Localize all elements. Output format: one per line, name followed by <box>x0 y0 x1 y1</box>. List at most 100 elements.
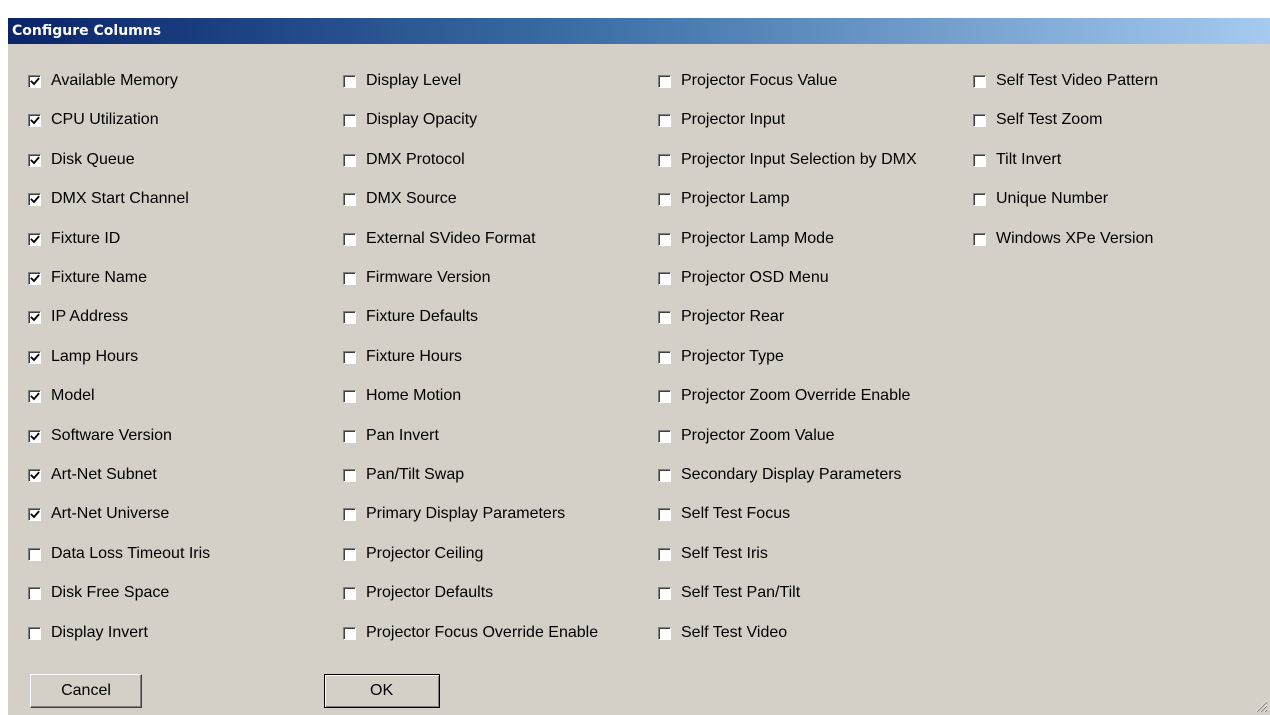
checkbox-box[interactable] <box>343 153 356 167</box>
checkbox-box[interactable] <box>28 350 41 364</box>
checkbox-box[interactable] <box>28 507 41 521</box>
checkbox-self-test-focus[interactable]: Self Test Focus <box>658 504 790 524</box>
checkbox-box[interactable] <box>343 429 356 443</box>
checkbox-display-invert[interactable]: Display Invert <box>28 623 148 643</box>
checkbox-box[interactable] <box>28 586 41 600</box>
checkbox-box[interactable] <box>343 586 356 600</box>
checkbox-self-test-zoom[interactable]: Self Test Zoom <box>973 110 1102 130</box>
checkbox-box[interactable] <box>28 468 41 482</box>
checkbox-box[interactable] <box>658 389 671 403</box>
checkbox-box[interactable] <box>658 468 671 482</box>
checkbox-box[interactable] <box>343 192 356 206</box>
checkbox-projector-defaults[interactable]: Projector Defaults <box>343 583 493 603</box>
checkbox-ip-address[interactable]: IP Address <box>28 307 128 327</box>
checkbox-secondary-display-parameters[interactable]: Secondary Display Parameters <box>658 465 902 485</box>
checkbox-box[interactable] <box>343 310 356 324</box>
checkbox-box[interactable] <box>343 547 356 561</box>
checkbox-box[interactable] <box>343 271 356 285</box>
checkbox-primary-display-parameters[interactable]: Primary Display Parameters <box>343 504 565 524</box>
checkbox-box[interactable] <box>658 626 671 640</box>
checkbox-external-svideo-format[interactable]: External SVideo Format <box>343 229 536 249</box>
checkbox-pan-tilt-swap[interactable]: Pan/Tilt Swap <box>343 465 464 485</box>
cancel-button[interactable]: Cancel <box>30 674 142 708</box>
checkbox-box[interactable] <box>658 507 671 521</box>
checkbox-projector-zoom-override-enable[interactable]: Projector Zoom Override Enable <box>658 386 910 406</box>
checkbox-projector-ceiling[interactable]: Projector Ceiling <box>343 544 483 564</box>
checkbox-box[interactable] <box>343 389 356 403</box>
checkbox-dmx-source[interactable]: DMX Source <box>343 189 457 209</box>
checkbox-pan-invert[interactable]: Pan Invert <box>343 426 439 446</box>
checkbox-box[interactable] <box>658 310 671 324</box>
checkbox-self-test-iris[interactable]: Self Test Iris <box>658 544 768 564</box>
checkbox-box[interactable] <box>658 113 671 127</box>
checkbox-box[interactable] <box>973 192 986 206</box>
checkbox-box[interactable] <box>28 429 41 443</box>
checkbox-box[interactable] <box>658 232 671 246</box>
checkbox-box[interactable] <box>658 547 671 561</box>
checkbox-box[interactable] <box>28 192 41 206</box>
checkbox-box[interactable] <box>343 113 356 127</box>
checkbox-art-net-subnet[interactable]: Art-Net Subnet <box>28 465 157 485</box>
checkbox-box[interactable] <box>28 271 41 285</box>
ok-button[interactable]: OK <box>324 674 440 708</box>
checkbox-projector-rear[interactable]: Projector Rear <box>658 307 784 327</box>
checkbox-cpu-utilization[interactable]: CPU Utilization <box>28 110 159 130</box>
checkbox-projector-input[interactable]: Projector Input <box>658 110 785 130</box>
resize-grip-icon[interactable] <box>1252 697 1268 713</box>
checkbox-box[interactable] <box>343 74 356 88</box>
checkbox-box[interactable] <box>343 350 356 364</box>
checkbox-projector-focus-override-enable[interactable]: Projector Focus Override Enable <box>343 623 598 643</box>
checkbox-box[interactable] <box>973 153 986 167</box>
checkbox-box[interactable] <box>343 626 356 640</box>
checkbox-box[interactable] <box>343 507 356 521</box>
checkbox-fixture-defaults[interactable]: Fixture Defaults <box>343 307 478 327</box>
checkbox-projector-focus-value[interactable]: Projector Focus Value <box>658 71 837 91</box>
checkbox-fixture-name[interactable]: Fixture Name <box>28 268 147 288</box>
checkbox-box[interactable] <box>343 232 356 246</box>
checkbox-dmx-protocol[interactable]: DMX Protocol <box>343 150 465 170</box>
checkbox-unique-number[interactable]: Unique Number <box>973 189 1108 209</box>
checkbox-box[interactable] <box>343 468 356 482</box>
checkbox-box[interactable] <box>28 310 41 324</box>
checkbox-projector-lamp-mode[interactable]: Projector Lamp Mode <box>658 229 834 249</box>
checkbox-disk-free-space[interactable]: Disk Free Space <box>28 583 169 603</box>
checkbox-box[interactable] <box>28 389 41 403</box>
checkbox-available-memory[interactable]: Available Memory <box>28 71 178 91</box>
checkbox-disk-queue[interactable]: Disk Queue <box>28 150 135 170</box>
checkbox-box[interactable] <box>28 232 41 246</box>
checkbox-box[interactable] <box>28 153 41 167</box>
checkbox-box[interactable] <box>658 350 671 364</box>
checkbox-box[interactable] <box>658 429 671 443</box>
checkbox-box[interactable] <box>658 586 671 600</box>
checkbox-box[interactable] <box>973 113 986 127</box>
checkbox-box[interactable] <box>973 74 986 88</box>
checkbox-windows-xpe-version[interactable]: Windows XPe Version <box>973 229 1153 249</box>
checkbox-data-loss-timeout-iris[interactable]: Data Loss Timeout Iris <box>28 544 210 564</box>
checkbox-box[interactable] <box>973 232 986 246</box>
checkbox-projector-input-selection-by-dmx[interactable]: Projector Input Selection by DMX <box>658 150 917 170</box>
checkbox-projector-lamp[interactable]: Projector Lamp <box>658 189 790 209</box>
checkbox-fixture-hours[interactable]: Fixture Hours <box>343 347 462 367</box>
checkbox-self-test-video-pattern[interactable]: Self Test Video Pattern <box>973 71 1158 91</box>
checkbox-self-test-pan-tilt[interactable]: Self Test Pan/Tilt <box>658 583 800 603</box>
checkbox-projector-osd-menu[interactable]: Projector OSD Menu <box>658 268 829 288</box>
checkbox-projector-type[interactable]: Projector Type <box>658 347 784 367</box>
checkbox-box[interactable] <box>658 74 671 88</box>
checkbox-model[interactable]: Model <box>28 386 95 406</box>
checkbox-firmware-version[interactable]: Firmware Version <box>343 268 490 288</box>
checkbox-art-net-universe[interactable]: Art-Net Universe <box>28 504 169 524</box>
checkbox-self-test-video[interactable]: Self Test Video <box>658 623 787 643</box>
checkbox-box[interactable] <box>28 547 41 561</box>
checkbox-box[interactable] <box>658 271 671 285</box>
checkbox-display-level[interactable]: Display Level <box>343 71 461 91</box>
checkbox-box[interactable] <box>28 74 41 88</box>
checkbox-box[interactable] <box>28 113 41 127</box>
checkbox-display-opacity[interactable]: Display Opacity <box>343 110 477 130</box>
checkbox-fixture-id[interactable]: Fixture ID <box>28 229 120 249</box>
checkbox-box[interactable] <box>28 626 41 640</box>
checkbox-box[interactable] <box>658 192 671 206</box>
checkbox-software-version[interactable]: Software Version <box>28 426 172 446</box>
checkbox-dmx-start-channel[interactable]: DMX Start Channel <box>28 189 189 209</box>
checkbox-projector-zoom-value[interactable]: Projector Zoom Value <box>658 426 835 446</box>
checkbox-home-motion[interactable]: Home Motion <box>343 386 461 406</box>
